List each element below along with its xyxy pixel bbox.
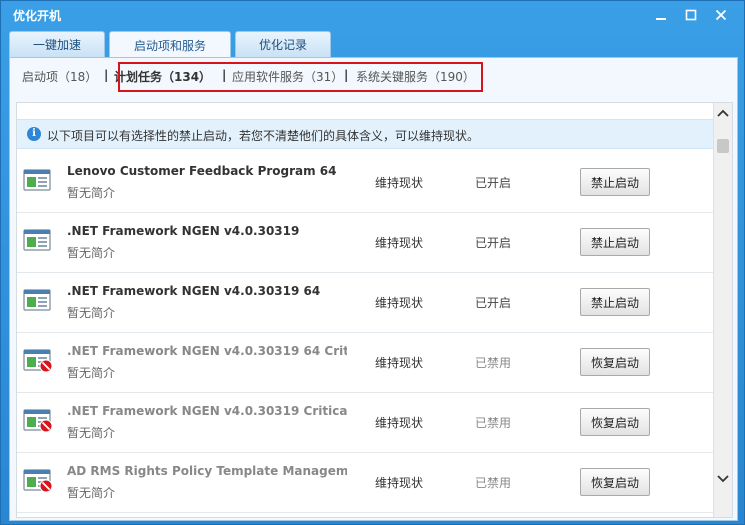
tab-one-click-speedup[interactable]: 一键加速 <box>9 31 105 57</box>
toggle-startup-button[interactable]: 禁止启动 <box>580 168 650 196</box>
task-row: .NET Framework NGEN v4.0.30319 暂无简介 维持现状… <box>17 213 713 273</box>
task-name: .NET Framework NGEN v4.0.30319 64 <box>67 284 321 298</box>
task-recommendation: 维持现状 <box>375 176 424 190</box>
task-description: 暂无简介 <box>67 186 116 200</box>
toggle-startup-button[interactable]: 恢复启动 <box>580 408 650 436</box>
task-state: 已禁用 <box>475 416 512 430</box>
task-recommendation: 维持现状 <box>375 416 424 430</box>
task-description: 暂无简介 <box>67 366 116 380</box>
app-window-disabled-icon <box>23 409 53 433</box>
task-state: 已开启 <box>475 176 512 190</box>
task-recommendation: 维持现状 <box>375 476 424 490</box>
filter-startup-items[interactable]: 启动项（18） <box>22 68 97 85</box>
notice-bar: i 以下项目可以有选择性的禁止启动，若您不清楚他们的具体含义，可以维持现状。 <box>17 119 713 149</box>
task-recommendation: 维持现状 <box>375 236 424 250</box>
task-state: 已开启 <box>475 296 512 310</box>
maximize-icon <box>685 9 697 21</box>
scroll-up-button[interactable] <box>714 105 732 121</box>
tab-optimization-log[interactable]: 优化记录 <box>235 31 331 57</box>
tab-label: 一键加速 <box>32 38 81 52</box>
maximize-button[interactable] <box>676 4 706 26</box>
task-row: AD RMS Rights Policy Template Manageme..… <box>17 453 713 513</box>
task-description: 暂无简介 <box>67 246 116 260</box>
task-row: .NET Framework NGEN v4.0.30319 64 暂无简介 维… <box>17 273 713 333</box>
app-window: 优化开机 一键加速 启动项和服务 优化记录 启动项（18） | 计划任务（134… <box>0 0 745 525</box>
task-row: .NET Framework NGEN v4.0.30319 Critical … <box>17 393 713 453</box>
task-row: .NET Framework NGEN v4.0.30319 64 Critic… <box>17 333 713 393</box>
close-button[interactable] <box>706 4 736 26</box>
tab-label: 启动项和服务 <box>133 38 206 53</box>
info-icon: i <box>27 127 41 141</box>
task-row: Lenovo Customer Feedback Program 64 暂无简介… <box>17 153 713 213</box>
main-panel: 启动项（18） | 计划任务（134） | 应用软件服务（31） | 系统关键服… <box>9 57 738 521</box>
scroll-down-button[interactable] <box>714 471 732 487</box>
title-bar: 优化开机 <box>1 1 745 29</box>
scrollbar[interactable] <box>713 103 732 517</box>
app-window-disabled-icon <box>23 349 53 373</box>
close-icon <box>715 9 727 21</box>
task-name: AD RMS Rights Policy Template Manageme..… <box>67 464 347 478</box>
highlight-box <box>118 62 483 92</box>
app-window-icon <box>23 289 51 311</box>
toggle-startup-button[interactable]: 恢复启动 <box>580 468 650 496</box>
toggle-startup-button[interactable]: 恢复启动 <box>580 348 650 376</box>
task-name: Lenovo Customer Feedback Program 64 <box>67 164 337 178</box>
task-recommendation: 维持现状 <box>375 356 424 370</box>
task-list: i 以下项目可以有选择性的禁止启动，若您不清楚他们的具体含义，可以维持现状。 L… <box>16 102 733 518</box>
chevron-down-icon <box>717 475 729 483</box>
task-recommendation: 维持现状 <box>375 296 424 310</box>
minimize-icon <box>656 18 666 20</box>
toggle-startup-button[interactable]: 禁止启动 <box>580 288 650 316</box>
task-name: .NET Framework NGEN v4.0.30319 64 Critic… <box>67 344 347 358</box>
toggle-startup-button[interactable]: 禁止启动 <box>580 228 650 256</box>
app-window-icon <box>23 229 51 251</box>
filter-separator: | <box>104 68 109 82</box>
window-title: 优化开机 <box>13 9 62 23</box>
tab-startup-and-services[interactable]: 启动项和服务 <box>109 31 231 58</box>
app-window-disabled-icon <box>23 469 53 493</box>
task-description: 暂无简介 <box>67 306 116 320</box>
notice-text: 以下项目可以有选择性的禁止启动，若您不清楚他们的具体含义，可以维持现状。 <box>47 129 480 143</box>
task-state: 已禁用 <box>475 356 512 370</box>
task-state: 已开启 <box>475 236 512 250</box>
task-name: .NET Framework NGEN v4.0.30319 Critical <box>67 404 347 418</box>
chevron-up-icon <box>717 109 729 117</box>
task-description: 暂无简介 <box>67 486 116 500</box>
app-window-icon <box>23 169 51 191</box>
minimize-button[interactable] <box>646 4 676 26</box>
tab-label: 优化记录 <box>258 38 307 52</box>
task-state: 已禁用 <box>475 476 512 490</box>
task-description: 暂无简介 <box>67 426 116 440</box>
scroll-thumb[interactable] <box>717 139 729 153</box>
task-name: .NET Framework NGEN v4.0.30319 <box>67 224 300 238</box>
